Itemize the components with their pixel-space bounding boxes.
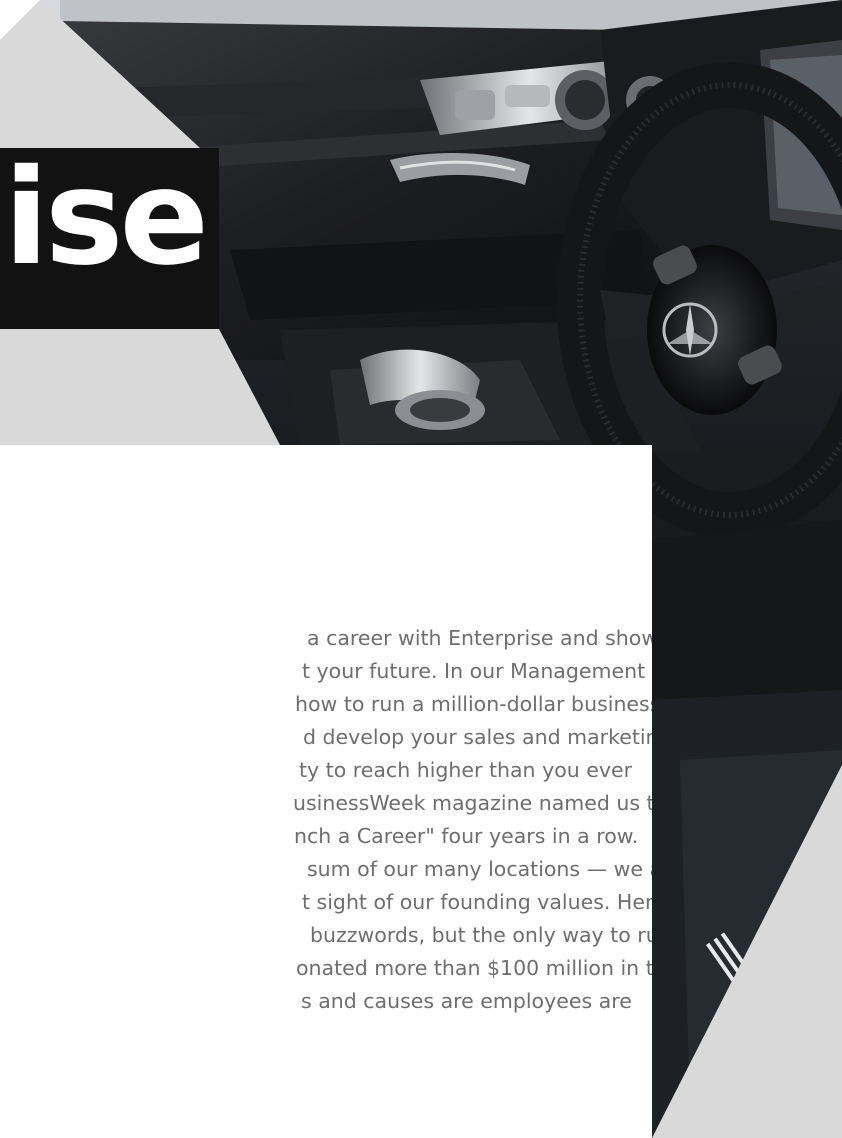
body-line: s and causes are employees are [301, 989, 632, 1013]
body-line: ty to reach higher than you ever [299, 758, 633, 782]
body-line: d develop your sales and marketing [303, 725, 652, 749]
enterprise-logo-box: ise [0, 148, 219, 329]
body-line: onated more than $100 million in the [296, 956, 652, 980]
body-line: how to run a million-dollar business, [295, 692, 652, 716]
body-line: sum of our many locations — we are [307, 857, 652, 881]
body-text-panel: a career with Enterprise and show t your… [0, 445, 652, 1138]
body-line: usinessWeek magazine named us to [293, 791, 652, 815]
brochure-page: ise a career with Enterprise and show t … [0, 0, 842, 1138]
body-line: a career with Enterprise and show [307, 626, 652, 650]
body-line: t sight of our founding values. Here, [302, 890, 652, 914]
body-line: nch a Career" four years in a row. [294, 824, 639, 848]
body-line: buzzwords, but the only way to run [310, 923, 652, 947]
logo-wordmark: ise [3, 148, 209, 295]
body-line: t your future. In our Management [302, 659, 646, 683]
